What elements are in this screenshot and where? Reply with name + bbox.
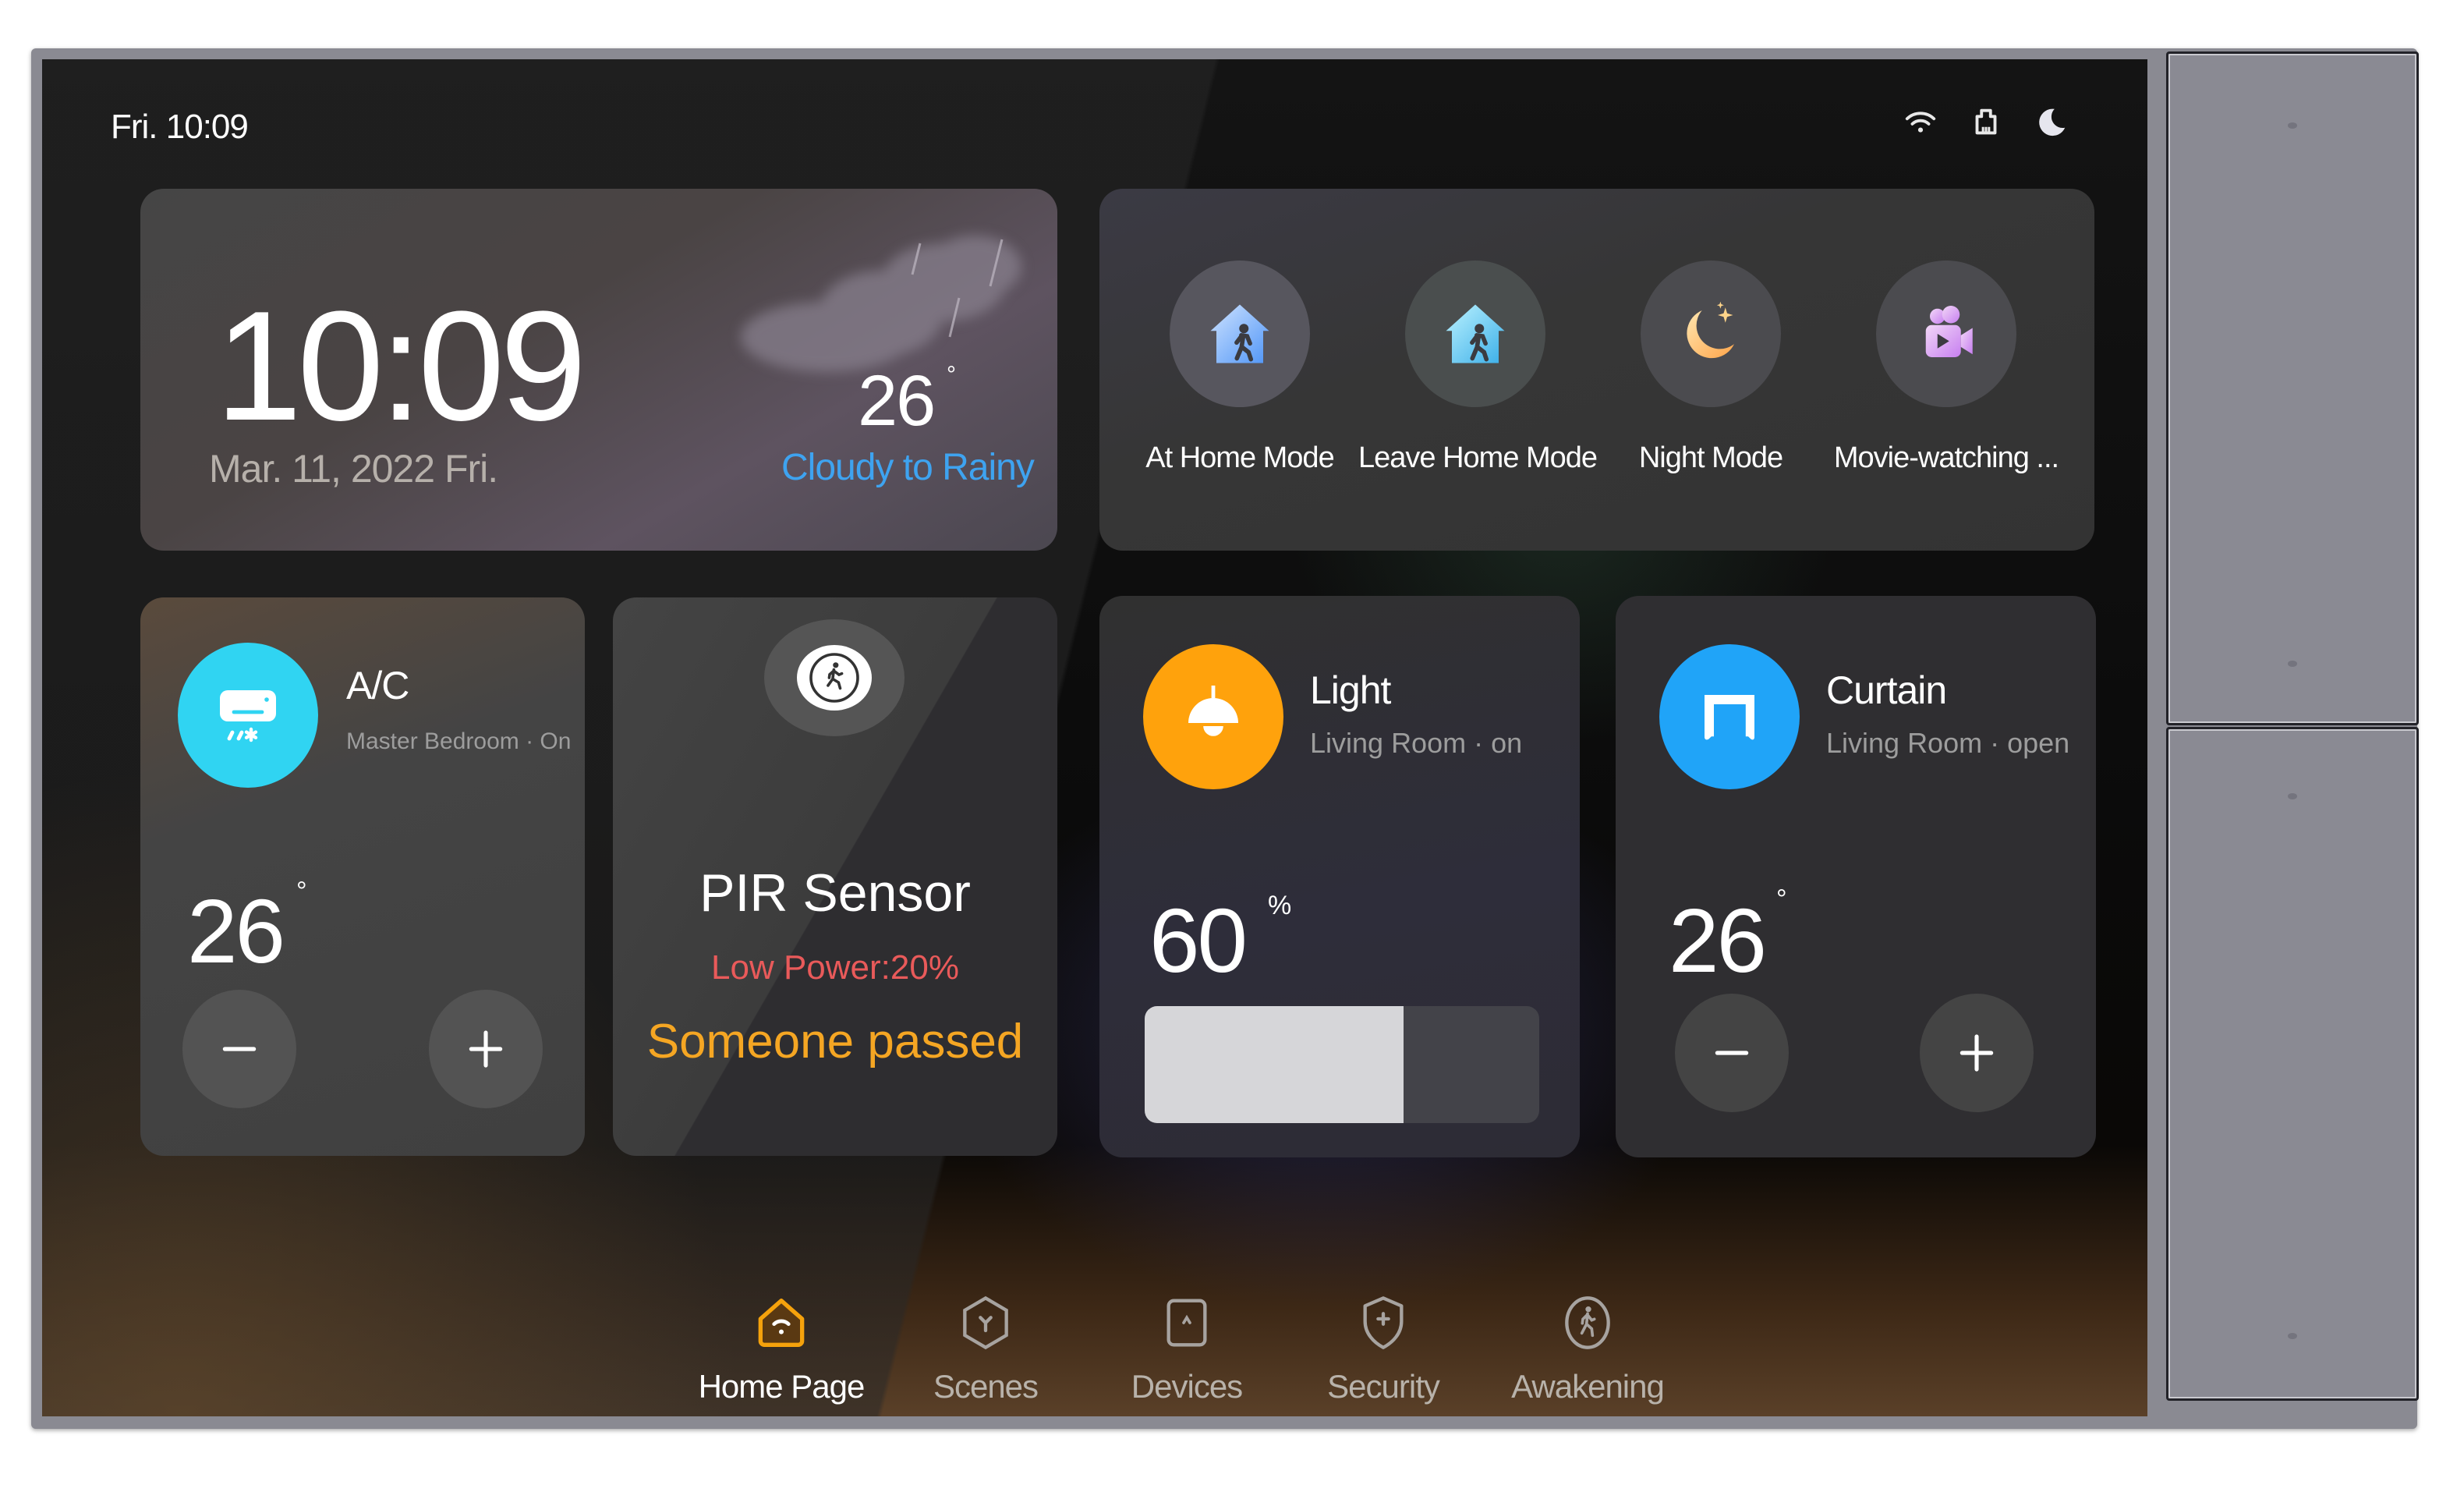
slider-fill [1145,1006,1404,1123]
pir-battery-warning: Low Power:20% [711,948,959,987]
moon-icon[interactable] [2034,105,2069,144]
weather-temperature: 26 [858,361,936,441]
home-wifi-icon [758,1299,805,1347]
ethernet-icon [1968,105,2004,144]
clock-time: 10:09 [215,279,586,453]
smart-panel-device: Fri. 10:09 10:09 Mar. 11, 2022 Fri. 26 °… [31,48,2419,1429]
curtain-subtitle: Living Room · open [1826,727,2070,759]
indicator-dot [2288,793,2297,799]
ac-increase-button[interactable] [429,990,543,1108]
light-title: Light [1310,668,1391,712]
scene-label: Movie-watching ... [1833,441,2059,474]
weather-unit: ° [947,362,956,388]
upper-rocker-button[interactable] [2166,51,2419,725]
bottom-navigation: Home Page Scenes Devices Security Awaken… [42,1292,2147,1416]
ac-title: A/C [346,664,409,707]
ac-card[interactable]: A/C Master Bedroom · On 26 ° [140,597,585,1156]
curtain-title: Curtain [1826,668,1947,712]
light-brightness-slider[interactable] [1145,1006,1539,1123]
home-walk-out-icon [1446,304,1505,363]
nav-scenes[interactable]: Scenes [900,1292,1071,1405]
scene-leave-home[interactable]: Leave Home Mode [1358,260,1598,475]
nav-security[interactable]: Security [1297,1292,1469,1405]
shield-plus-icon [1363,1296,1404,1349]
plus-icon [1960,1034,1994,1072]
light-card[interactable]: Light Living Room · on 60 % [1099,596,1580,1157]
wifi-icon [1903,105,1938,144]
light-brightness-value: 60 [1149,890,1248,991]
nav-label: Security [1327,1368,1440,1405]
curtain-unit: ° [1776,884,1787,914]
curtain-increase-button[interactable] [1920,994,2034,1112]
walking-person-icon [1565,1296,1610,1349]
scene-label: Leave Home Mode [1358,441,1598,474]
pir-icon-bubble [764,619,905,736]
moon-stars-icon [1687,301,1734,359]
home-walk-in-icon [1210,304,1269,363]
nav-label: Awakening [1511,1368,1665,1405]
curtain-icon-bubble [1659,644,1800,789]
curtain-card[interactable]: Curtain Living Room · open 26 ° [1616,596,2096,1157]
air-conditioner-icon [220,690,276,742]
clock-date: Mar. 11, 2022 Fri. [209,447,498,491]
lower-rocker-button[interactable] [2166,727,2419,1401]
scenes-card: At Home Mode Leave Home Mode Night Mode … [1099,189,2094,551]
minus-icon [222,1047,257,1051]
device-square-icon [1167,1299,1207,1347]
pir-title: PIR Sensor [699,863,971,923]
weather-description: Cloudy to Rainy [781,447,1035,488]
ac-unit: ° [296,877,307,906]
light-icon-bubble [1143,644,1283,789]
clock-weather-card[interactable]: 10:09 Mar. 11, 2022 Fri. 26 ° Cloudy to … [140,189,1057,551]
minus-icon [1715,1051,1749,1055]
touch-screen: Fri. 10:09 10:09 Mar. 11, 2022 Fri. 26 °… [42,59,2147,1416]
scene-label: At Home Mode [1145,441,1334,474]
indicator-dot [2288,661,2297,667]
nav-awakening[interactable]: Awakening [1502,1292,1673,1405]
ac-subtitle: Master Bedroom · On [346,728,572,754]
status-icons [1903,105,2069,144]
light-unit: % [1268,891,1292,920]
scene-movie-watching[interactable]: Movie-watching ... [1829,260,2063,475]
nav-label: Home Page [698,1368,866,1405]
side-button-panel [2160,48,2419,1429]
indicator-dot [2288,1333,2297,1339]
plus-icon [469,1030,503,1068]
nav-label: Devices [1131,1368,1243,1405]
nav-devices[interactable]: Devices [1101,1292,1273,1405]
curtain-value: 26 [1669,890,1767,991]
scene-night-mode[interactable]: Night Mode [1594,260,1828,475]
motion-sensor-icon [809,653,859,703]
pir-sensor-card[interactable]: PIR Sensor Low Power:20% Someone passed [613,597,1057,1156]
pendant-lamp-icon [1188,686,1238,736]
video-camera-icon [1925,306,1973,357]
scene-label: Night Mode [1638,441,1783,474]
curtain-decrease-button[interactable] [1675,994,1789,1112]
status-time: Fri. 10:09 [111,108,249,146]
light-subtitle: Living Room · on [1310,727,1523,759]
ac-icon-bubble [178,643,318,788]
ac-temperature: 26 [187,881,285,982]
curtain-icon [1705,695,1754,740]
nav-label: Scenes [933,1368,1039,1405]
nav-home-page[interactable]: Home Page [696,1292,867,1405]
scene-at-home[interactable]: At Home Mode [1123,260,1357,475]
ac-decrease-button[interactable] [182,990,296,1108]
pir-event-status: Someone passed [646,1015,1024,1069]
hexagon-y-icon [963,1295,1008,1350]
indicator-dot [2288,122,2297,129]
